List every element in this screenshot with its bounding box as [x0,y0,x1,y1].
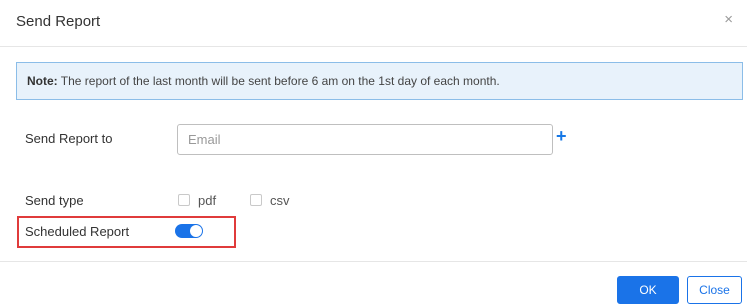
note-text: The report of the last month will be sen… [57,74,500,88]
send-type-label: Send type [25,193,84,208]
email-input[interactable] [177,124,553,155]
pdf-checkbox-label: pdf [198,192,217,208]
toggle-knob [190,225,202,237]
send-report-dialog: Send Report × Note: The report of the la… [0,0,747,307]
footer-divider [0,261,747,262]
note-banner: Note: The report of the last month will … [16,62,743,100]
csv-checkbox[interactable]: csv [250,192,290,208]
close-icon[interactable]: × [724,12,733,28]
checkbox-box[interactable] [178,194,190,206]
close-button[interactable]: Close [687,276,742,304]
note-label: Note: [27,74,58,88]
scheduled-report-toggle[interactable] [175,224,203,238]
add-email-icon[interactable]: + [556,127,567,145]
pdf-checkbox[interactable]: pdf [178,192,217,208]
ok-button[interactable]: OK [617,276,679,304]
send-report-to-label: Send Report to [25,131,113,146]
checkbox-box[interactable] [250,194,262,206]
dialog-header: Send Report × [0,0,747,47]
scheduled-report-label: Scheduled Report [25,224,130,239]
dialog-title: Send Report [16,13,101,30]
csv-checkbox-label: csv [270,192,290,208]
